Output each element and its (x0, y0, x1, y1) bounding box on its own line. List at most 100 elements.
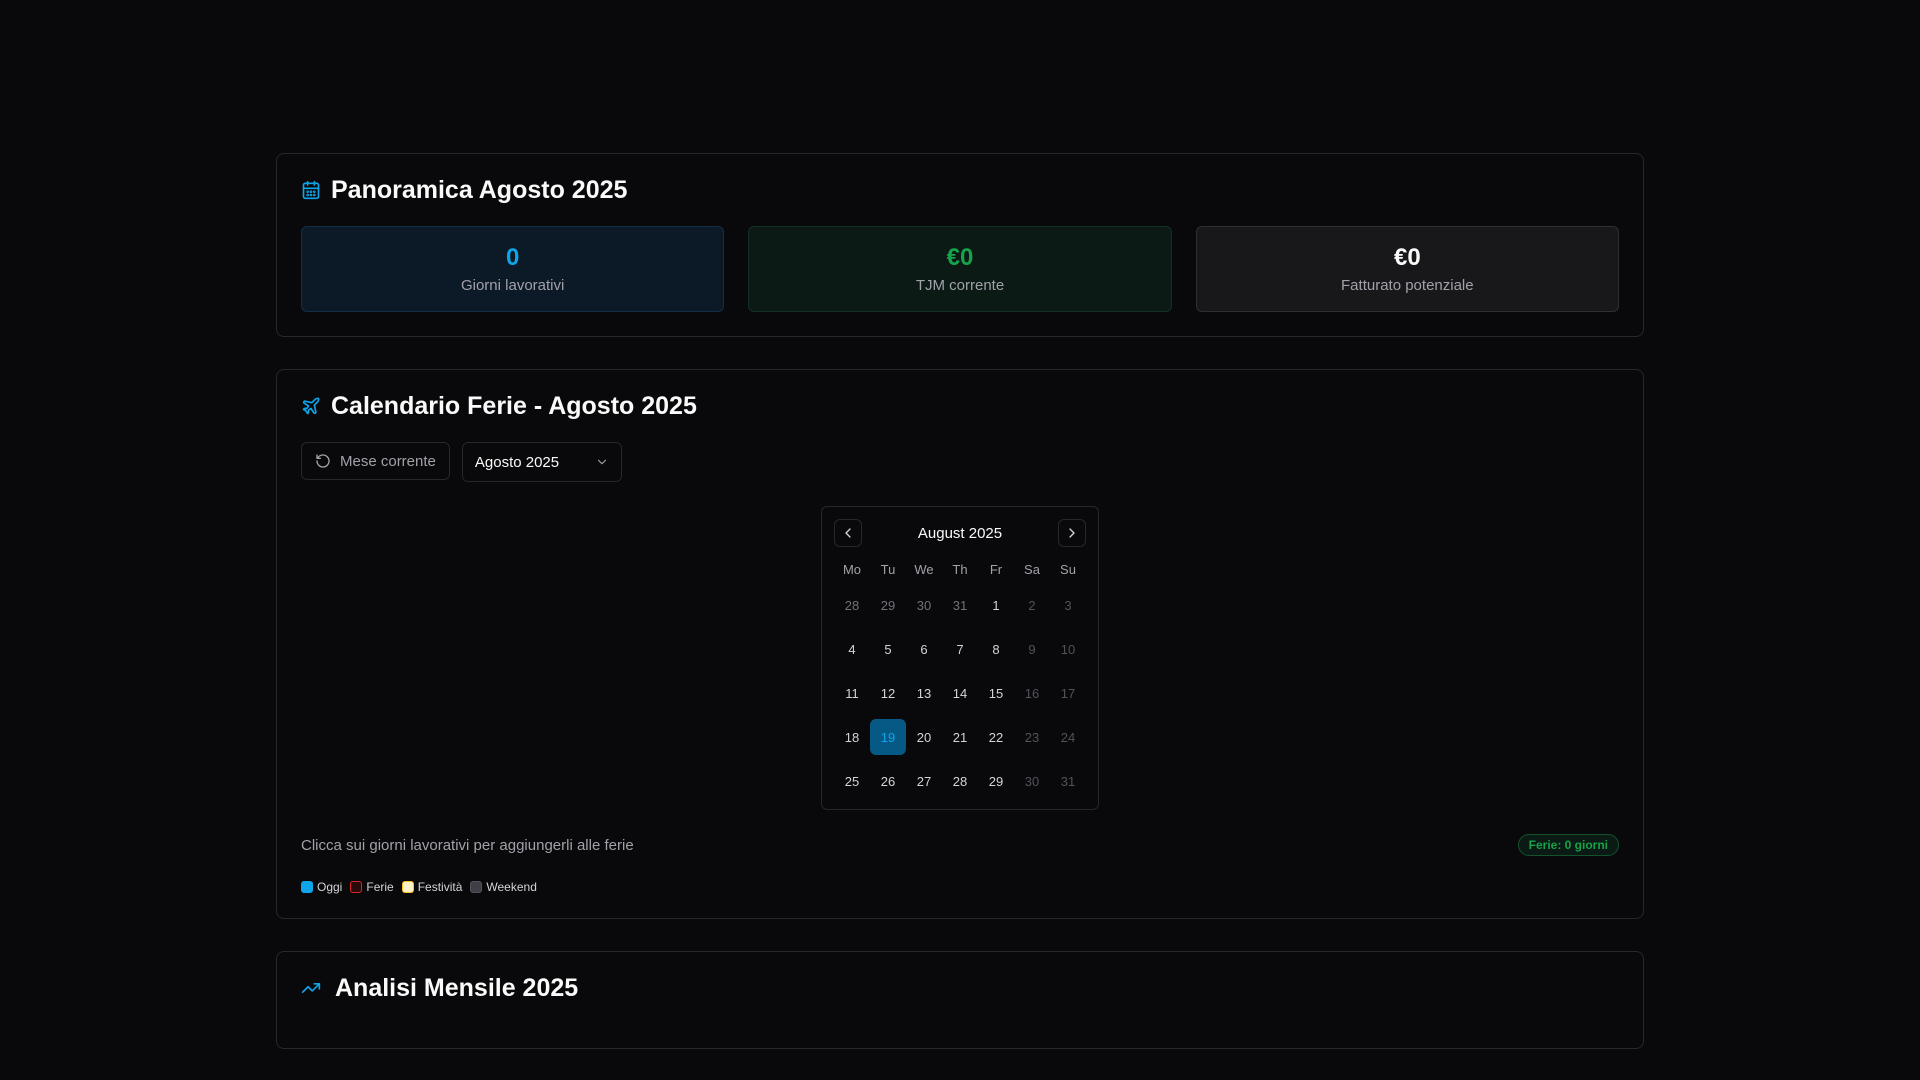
calendar-day-weekend: 30 (1024, 773, 1040, 789)
calendar-week: 11 12 13 14 15 16 17 (834, 667, 1086, 711)
stat-label: Fatturato potenziale (1341, 277, 1474, 294)
calendar-grid: Mo Tu We Th Fr Sa Su 28 29 30 31 1 2 3 4… (834, 559, 1086, 799)
month-select[interactable]: Agosto 2025 (461, 442, 622, 482)
calendar-day[interactable]: 15 (978, 675, 1014, 711)
calendar-day-weekend: 9 (1028, 641, 1036, 657)
legend-swatch (401, 881, 414, 893)
calendar-day-weekend: 2 (1028, 597, 1036, 613)
rotate-ccw-icon (315, 453, 331, 469)
calendar-day[interactable]: 6 (906, 631, 942, 667)
calendar-day[interactable]: 27 (906, 763, 942, 799)
calendar-controls: Mese corrente Agosto 2025 (301, 442, 1619, 482)
calendar-day[interactable]: 22 (978, 719, 1014, 755)
calendar-day[interactable]: 26 (870, 763, 906, 799)
overview-title-text: Panoramica Agosto 2025 (331, 175, 628, 204)
weekday-label: Fr (989, 561, 1003, 577)
vacation-calendar-card: Calendario Ferie - Agosto 2025 Mese corr… (276, 369, 1644, 919)
calendar-icon (301, 180, 321, 200)
legend-today: Oggi (301, 880, 342, 894)
stats-row: 0 Giorni lavorativi €0 TJM corrente €0 F… (301, 226, 1619, 312)
calendar-day[interactable]: 7 (942, 631, 978, 667)
plane-icon (301, 396, 321, 416)
calendar-day[interactable]: 4 (834, 631, 870, 667)
stat-value: €0 (1393, 244, 1421, 271)
legend-label: Oggi (317, 880, 343, 894)
current-month-button[interactable]: Mese corrente (301, 442, 450, 480)
calendar-day-weekend: 24 (1060, 729, 1076, 745)
legend-holiday: Festività (401, 880, 463, 894)
trending-up-icon (301, 978, 321, 998)
calendar-day-weekend: 31 (1060, 773, 1076, 789)
analysis-title: Analisi Mensile 2025 (301, 972, 1619, 1004)
calendar-day[interactable]: 20 (906, 719, 942, 755)
vacation-days-badge: Ferie: 0 giorni (1517, 834, 1619, 856)
calendar-hint: Clicca sui giorni lavorativi per aggiung… (301, 836, 634, 854)
calendar-day: 29 (880, 597, 896, 613)
legend-swatch (470, 881, 483, 893)
weekday-label: We (914, 561, 934, 577)
legend-label: Weekend (486, 880, 537, 894)
calendar-day[interactable]: 21 (942, 719, 978, 755)
previous-month-button[interactable] (834, 519, 862, 547)
overview-title: Panoramica Agosto 2025 (301, 174, 1619, 206)
calendar-day[interactable]: 8 (978, 631, 1014, 667)
weekday-label: Su (1060, 561, 1076, 577)
calendar-day: 28 (844, 597, 860, 613)
calendar-week: 28 29 30 31 1 2 3 (834, 579, 1086, 623)
legend-label: Festività (417, 880, 463, 894)
calendar-wrapper: August 2025 Mo Tu We Th Fr Sa Su 28 29 3… (301, 506, 1619, 810)
calendar-day[interactable]: 28 (942, 763, 978, 799)
stat-tjm: €0 TJM corrente (748, 226, 1172, 312)
calendar-title-text: Calendario Ferie - Agosto 2025 (331, 391, 697, 420)
weekday-label: Th (952, 561, 968, 577)
calendar-day[interactable]: 18 (834, 719, 870, 755)
current-month-label: Mese corrente (340, 452, 436, 470)
monthly-analysis-card: Analisi Mensile 2025 (276, 951, 1644, 1049)
stat-label: TJM corrente (915, 277, 1005, 294)
calendar-day[interactable]: 13 (906, 675, 942, 711)
calendar-title: Calendario Ferie - Agosto 2025 (301, 390, 1619, 422)
legend-weekend: Weekend (470, 880, 537, 894)
stat-potential-revenue: €0 Fatturato potenziale (1195, 226, 1619, 312)
calendar-day[interactable]: 12 (870, 675, 906, 711)
calendar-day[interactable]: 1 (978, 587, 1014, 623)
calendar-day-weekend: 23 (1024, 729, 1040, 745)
overview-card: Panoramica Agosto 2025 0 Giorni lavorati… (276, 153, 1644, 337)
weekday-label: Sa (1024, 561, 1040, 577)
main-content: Panoramica Agosto 2025 0 Giorni lavorati… (276, 153, 1644, 1049)
legend-vacation: Ferie (350, 880, 394, 894)
calendar-day: 30 (916, 597, 932, 613)
calendar-day[interactable]: 11 (834, 675, 870, 711)
next-month-button[interactable] (1058, 519, 1086, 547)
calendar-day[interactable]: 25 (834, 763, 870, 799)
calendar-day[interactable]: 29 (978, 763, 1014, 799)
weekday-label: Tu (880, 561, 896, 577)
calendar-day-today[interactable]: 19 (870, 719, 906, 755)
calendar-day[interactable]: 5 (870, 631, 906, 667)
calendar-day-weekend: 10 (1060, 641, 1076, 657)
calendar-week: 4 5 6 7 8 9 10 (834, 623, 1086, 667)
calendar-day-weekend: 17 (1060, 685, 1076, 701)
stat-value: 0 (505, 244, 520, 271)
legend-swatch (301, 881, 313, 893)
chevron-right-icon (1064, 525, 1080, 541)
calendar-day: 31 (952, 597, 968, 613)
calendar-month-label: August 2025 (917, 524, 1003, 542)
weekday-label: Mo (842, 561, 862, 577)
weekday-header-row: Mo Tu We Th Fr Sa Su (834, 559, 1086, 579)
calendar-day[interactable]: 14 (942, 675, 978, 711)
legend-swatch (350, 881, 363, 893)
calendar-header: August 2025 (834, 519, 1086, 547)
stat-working-days: 0 Giorni lavorativi (301, 226, 725, 312)
stat-label: Giorni lavorativi (460, 277, 565, 294)
calendar-legend: Oggi Ferie Festività Weekend (301, 880, 1619, 894)
analysis-title-text: Analisi Mensile 2025 (335, 973, 579, 1002)
date-picker: August 2025 Mo Tu We Th Fr Sa Su 28 29 3… (821, 506, 1099, 810)
calendar-week: 18 19 20 21 22 23 24 (834, 711, 1086, 755)
chevron-left-icon (840, 525, 856, 541)
calendar-day-weekend: 16 (1024, 685, 1040, 701)
month-select-value: Agosto 2025 (474, 453, 560, 471)
legend-label: Ferie (366, 880, 394, 894)
calendar-week: 25 26 27 28 29 30 31 (834, 755, 1086, 799)
stat-value: €0 (946, 244, 974, 271)
